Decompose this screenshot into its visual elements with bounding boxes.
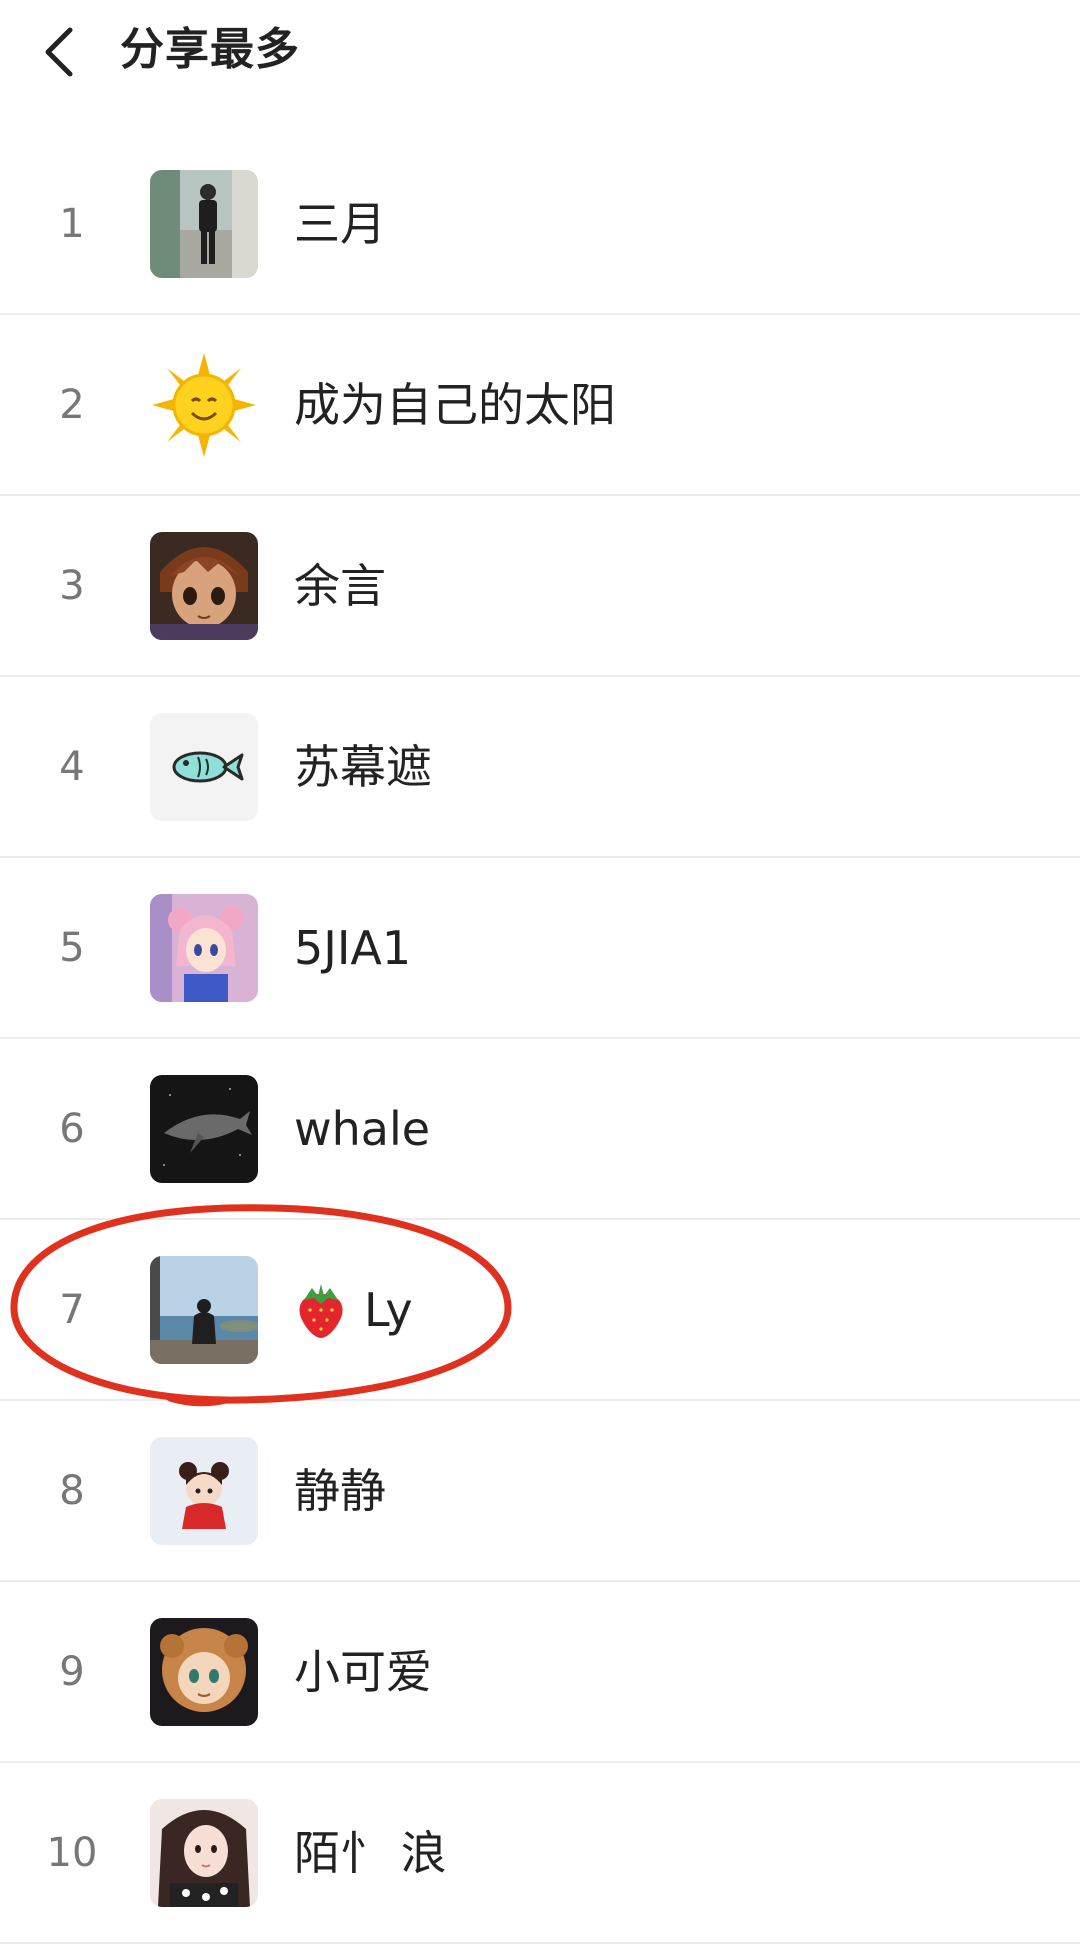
user-name: whale (294, 1102, 431, 1156)
rank-number: 8 (59, 1468, 85, 1514)
user-name: 苏幕遮 (294, 740, 432, 794)
rank-number: 6 (59, 1106, 85, 1152)
avatar[interactable] (150, 532, 258, 640)
rank-number: 5 (59, 925, 85, 971)
ranking-list: 1 三月 2 成为自己的太阳 3 余言 4 苏幕遮 5 5JIA1 6 whal… (0, 134, 1080, 1944)
avatar[interactable] (150, 170, 258, 278)
avatar[interactable] (150, 1437, 258, 1545)
app-header: 分享最多 (0, 0, 1080, 120)
rank-number: 10 (46, 1830, 98, 1876)
list-item[interactable]: 1 三月 (0, 134, 1080, 315)
user-name-text: Ly (364, 1283, 413, 1337)
strawberry-icon (299, 1283, 343, 1338)
user-name: 静静 (294, 1464, 386, 1518)
user-name: 5JIA1 (294, 921, 412, 975)
leaderboard-page: 分享最多 1 三月 2 成为自己的太阳 3 余言 4 苏幕遮 5 5JIA1 6… (0, 0, 1080, 1945)
list-item[interactable]: 4 苏幕遮 (0, 677, 1080, 858)
rank-number: 2 (59, 382, 85, 428)
list-item[interactable]: 7 Ly (0, 1220, 1080, 1401)
user-name: 陌忄 浪 (294, 1826, 447, 1880)
list-item[interactable]: 9 小可爱 (0, 1582, 1080, 1763)
list-item[interactable]: 3 余言 (0, 496, 1080, 677)
user-name: 三月 (294, 197, 386, 251)
rank-number: 3 (59, 563, 85, 609)
rank-number: 9 (59, 1649, 85, 1695)
list-item[interactable]: 6 whale (0, 1039, 1080, 1220)
user-name: 小可爱 (294, 1645, 432, 1699)
user-name: 余言 (294, 559, 386, 613)
list-item[interactable]: 2 成为自己的太阳 (0, 315, 1080, 496)
page-title: 分享最多 (120, 24, 300, 75)
list-item[interactable]: 10 陌忄 浪 (0, 1763, 1080, 1944)
user-name: 成为自己的太阳 (294, 378, 616, 432)
rank-number: 7 (59, 1287, 85, 1333)
rank-number: 4 (59, 744, 85, 790)
avatar[interactable] (150, 894, 258, 1002)
list-item[interactable]: 8 静静 (0, 1401, 1080, 1582)
avatar[interactable] (150, 1075, 258, 1183)
avatar[interactable] (150, 1618, 258, 1726)
avatar[interactable] (150, 713, 258, 821)
chevron-left-icon[interactable] (40, 22, 80, 82)
avatar[interactable] (150, 351, 258, 459)
list-item[interactable]: 5 5JIA1 (0, 858, 1080, 1039)
avatar[interactable] (150, 1256, 258, 1364)
rank-number: 1 (59, 201, 85, 247)
avatar[interactable] (150, 1799, 258, 1907)
user-name: Ly (294, 1220, 413, 1401)
